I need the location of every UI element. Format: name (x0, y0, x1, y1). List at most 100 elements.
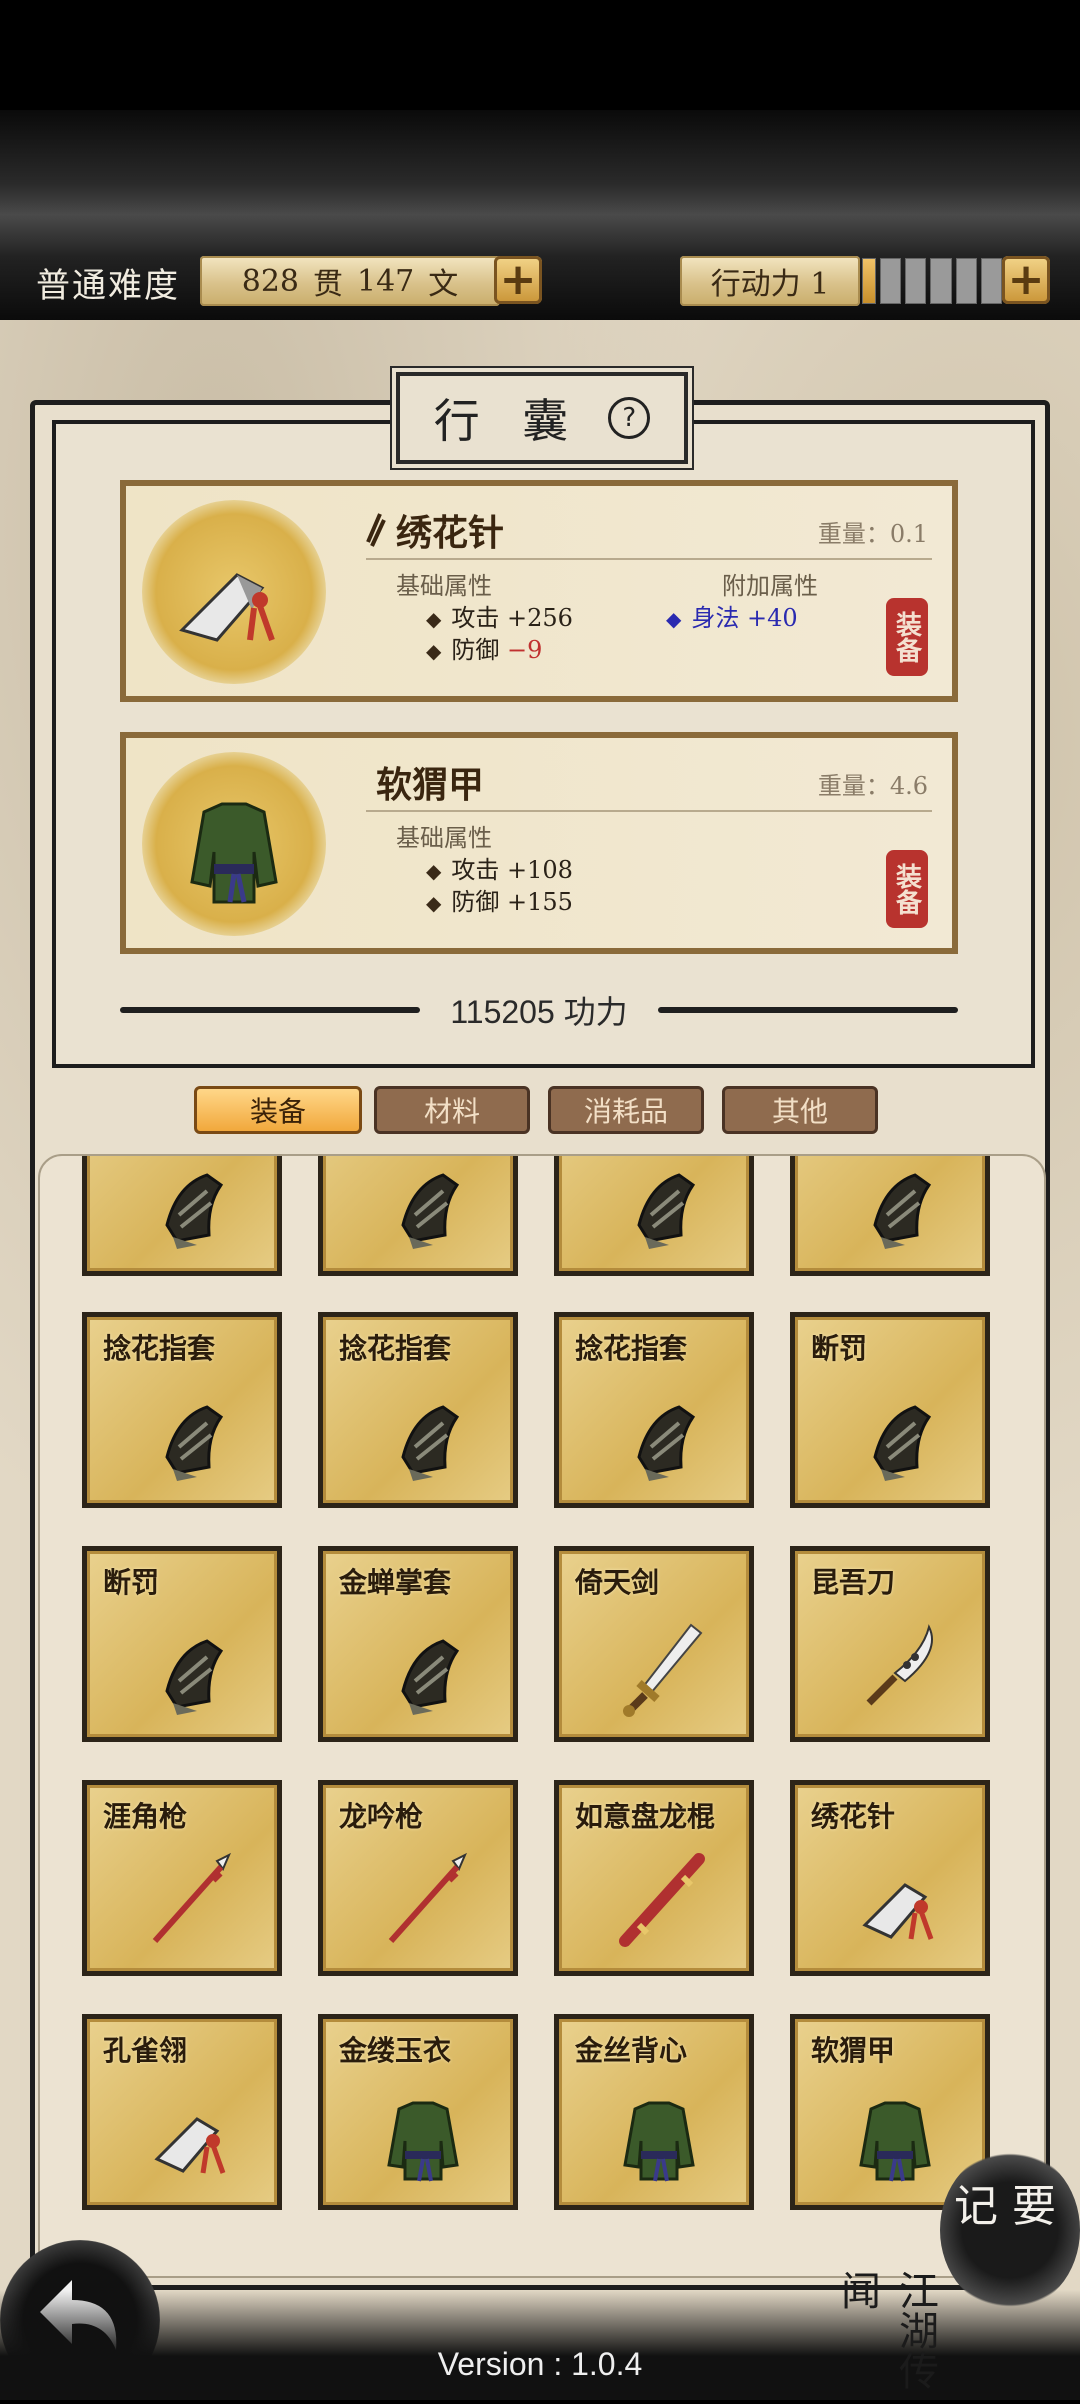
item-disc (142, 752, 326, 936)
inventory-grid[interactable]: 捻花指套 捻花指套 捻花指套 断罚 断罚 金蝉掌套 倚天剑 昆吾刀 涯角枪 龙吟枪 如意盘龙棍 绣花针… (38, 1154, 1046, 2278)
diamond-icon: ◆ (426, 607, 442, 631)
item-name: 软猬甲 (376, 764, 485, 806)
armor-icon (623, 2101, 695, 2182)
action-point-empty (955, 258, 977, 304)
power-value: 115205 (450, 994, 555, 1030)
equip-button[interactable]: 装备 (886, 598, 928, 676)
stat-attack: ◆ 攻击 +108 (426, 850, 573, 885)
version-label: Version : 1.0.4 (437, 2346, 643, 2382)
gauntlet-icon (165, 1405, 224, 1481)
action-point-empty (905, 258, 927, 304)
inventory-slot[interactable] (318, 1156, 518, 1276)
power-display: 115205 功力 (120, 984, 958, 1036)
item-weight: 重量：0.1 (817, 520, 928, 548)
inventory-slot[interactable]: 金缕玉衣 (318, 2014, 518, 2210)
spear-icon (152, 1852, 231, 1943)
inventory-item-name: 捻花指套 (575, 1332, 688, 1365)
record-label: 记 要 (954, 2181, 1056, 2232)
extra-attr-label: 附加属性 (722, 572, 818, 600)
diamond-icon: ◆ (426, 859, 442, 883)
divider (366, 558, 932, 560)
gauntlet-icon (165, 1639, 224, 1715)
inventory-item-name: 龙吟枪 (339, 1800, 424, 1833)
inventory-item-name: 倚天剑 (575, 1566, 660, 1599)
inventory-slot[interactable]: 绣花针 (790, 1780, 990, 1976)
inventory-slot[interactable] (82, 1156, 282, 1276)
staff-icon (619, 1853, 705, 1947)
action-points-label: 行动力 1 (680, 256, 860, 306)
equip-button[interactable]: 装备 (886, 850, 928, 928)
inventory-slot[interactable]: 金蝉掌套 (318, 1546, 518, 1742)
stat-label: 防御 (451, 636, 500, 664)
inventory-slot[interactable]: 孔雀翎 (82, 2014, 282, 2210)
inventory-item-name: 涯角枪 (103, 1800, 188, 1833)
inventory-slot[interactable] (790, 1156, 990, 1276)
inventory-slot[interactable]: 涯角枪 (82, 1780, 282, 1976)
base-attr-label: 基础属性 (396, 824, 492, 852)
money-guan-unit: 贯 (313, 267, 343, 302)
stat-text: 防御 +155 (451, 888, 573, 916)
action-point-empty (980, 258, 1003, 304)
inventory-item-name: 金丝背心 (575, 2034, 688, 2067)
inventory-slot[interactable]: 捻花指套 (318, 1312, 518, 1508)
inventory-slot[interactable]: 断罚 (82, 1546, 282, 1742)
equipped-weapon-card[interactable]: 绣花针 重量：0.1 基础属性 附加属性 ◆ 攻击 +256 ◆ 防御 −9 ◆ 身法… (120, 480, 958, 702)
gauntlet-icon (401, 1405, 460, 1481)
inventory-slot[interactable]: 捻花指套 (82, 1312, 282, 1508)
tab-others[interactable]: 其他 (722, 1086, 878, 1134)
diamond-icon: ◆ (666, 607, 682, 631)
gauntlet-icon (165, 1173, 224, 1249)
divider (120, 1007, 421, 1013)
action-points-bar (862, 258, 1003, 304)
inventory-item-name: 软猬甲 (811, 2034, 896, 2067)
diamond-icon: ◆ (426, 639, 442, 663)
spear-icon (388, 1852, 467, 1943)
saber-icon (866, 1624, 933, 1706)
inventory-slot[interactable]: 如意盘龙棍 (554, 1780, 754, 1976)
inventory-slot[interactable] (554, 1156, 754, 1276)
bonus-stat: ◆ 身法 +40 (666, 598, 798, 633)
sword-icon (623, 1623, 703, 1717)
tab-consumables[interactable]: 消耗品 (548, 1086, 704, 1134)
tab-materials[interactable]: 材料 (374, 1086, 530, 1134)
divider (657, 1007, 958, 1013)
gauntlet-icon (873, 1405, 932, 1481)
add-money-button[interactable]: + (494, 256, 542, 304)
bag-title: 行 囊 (433, 394, 583, 448)
inventory-slot[interactable]: 倚天剑 (554, 1546, 754, 1742)
dart-icon (179, 573, 275, 642)
power-unit: 功力 (563, 993, 628, 1031)
add-action-points-button[interactable]: + (1002, 256, 1050, 304)
power-text: 115205 功力 (420, 987, 657, 1033)
base-attr-label: 基础属性 (396, 572, 492, 600)
inventory-item-name: 绣花针 (811, 1800, 896, 1833)
help-button[interactable]: ? (608, 397, 651, 439)
armor-icon (387, 2101, 459, 2182)
action-point-empty (930, 258, 952, 304)
inventory-item-name: 捻花指套 (103, 1332, 216, 1365)
inventory-slot[interactable]: 昆吾刀 (790, 1546, 990, 1742)
tab-equipment[interactable]: 装备 (194, 1086, 362, 1134)
inventory-slot[interactable]: 龙吟枪 (318, 1780, 518, 1976)
item-disc (142, 500, 326, 684)
stat-text: 攻击 +256 (451, 604, 573, 632)
inventory-item-name: 昆吾刀 (811, 1566, 896, 1599)
diamond-icon: ◆ (426, 891, 442, 915)
armor-icon (190, 802, 278, 904)
inventory-slot[interactable]: 金丝背心 (554, 2014, 754, 2210)
money-guan-value: 828 (241, 263, 299, 299)
stat-defense: ◆ 防御 +155 (426, 882, 573, 917)
inventory-item-name: 断罚 (811, 1332, 868, 1365)
gauntlet-icon (873, 1173, 932, 1249)
armor-icon (859, 2101, 931, 2182)
inventory-slot[interactable]: 捻花指套 (554, 1312, 754, 1508)
inventory-item-name: 捻花指套 (339, 1332, 452, 1365)
action-point-filled (862, 258, 876, 304)
inventory-item-name: 断罚 (103, 1566, 160, 1599)
money-wen-value: 147 (357, 263, 415, 299)
stat-text: 攻击 +108 (451, 856, 573, 884)
gauntlet-icon (637, 1173, 696, 1249)
gauntlet-icon (401, 1173, 460, 1249)
equipped-armor-card[interactable]: 软猬甲 重量：4.6 基础属性 ◆ 攻击 +108 ◆ 防御 +155 装备 (120, 732, 958, 954)
inventory-slot[interactable]: 断罚 (790, 1312, 990, 1508)
